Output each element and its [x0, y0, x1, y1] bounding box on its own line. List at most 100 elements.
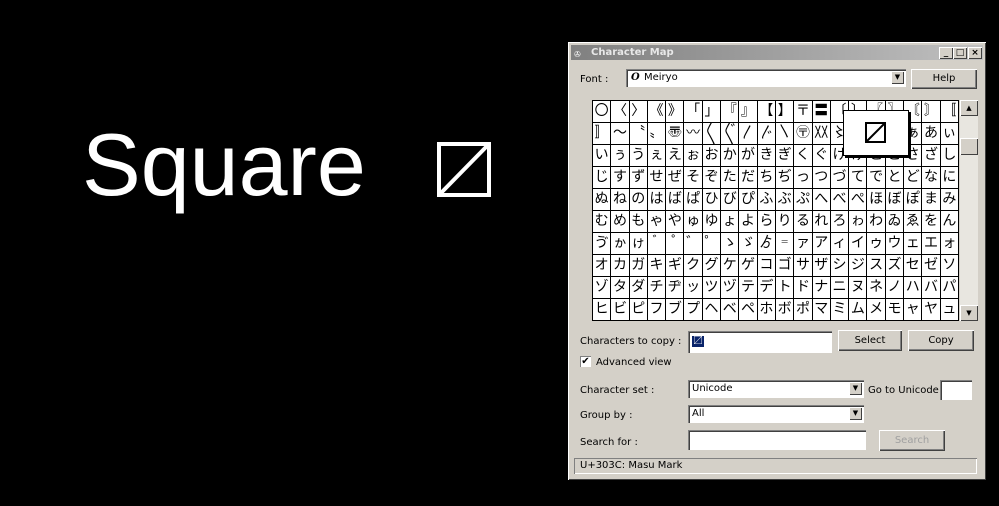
character-cell[interactable]: ゖ: [629, 233, 648, 255]
character-cell[interactable]: あ: [922, 123, 941, 145]
character-cell[interactable]: つ: [812, 167, 831, 189]
character-cell[interactable]: 」: [702, 101, 722, 123]
scroll-thumb[interactable]: [960, 138, 978, 155]
title-bar[interactable]: ✇ Character Map _ □ ×: [571, 45, 983, 60]
character-cell[interactable]: れ: [812, 211, 831, 233]
character-cell[interactable]: ス: [867, 255, 886, 277]
maximize-button[interactable]: □: [953, 47, 967, 59]
character-cell[interactable]: ぽ: [904, 189, 923, 211]
character-cell[interactable]: ェ: [904, 233, 923, 255]
character-cell[interactable]: カ: [611, 255, 630, 277]
character-cell[interactable]: ビ: [611, 299, 630, 321]
character-cell[interactable]: せ: [647, 167, 667, 189]
character-cell[interactable]: ぉ: [684, 145, 703, 167]
character-cell[interactable]: め: [611, 211, 630, 233]
character-cell[interactable]: ボ: [775, 299, 795, 321]
grid-scrollbar[interactable]: ▲ ▼: [960, 100, 978, 321]
character-cell[interactable]: 』: [739, 101, 758, 123]
character-cell[interactable]: ゴ: [775, 255, 795, 277]
character-cell[interactable]: 「: [684, 101, 703, 123]
character-cell[interactable]: ん: [940, 211, 959, 233]
character-cell[interactable]: ヂ: [666, 277, 685, 299]
character-cell[interactable]: パ: [940, 277, 959, 299]
character-cell[interactable]: 【: [757, 101, 776, 123]
character-cell[interactable]: マ: [812, 299, 831, 321]
character-cell[interactable]: ず: [629, 167, 648, 189]
character-cell[interactable]: ゥ: [867, 233, 886, 255]
character-cell[interactable]: お: [702, 145, 722, 167]
character-cell[interactable]: ぶ: [775, 189, 795, 211]
character-cell[interactable]: だ: [739, 167, 758, 189]
character-cell[interactable]: ニ: [830, 277, 850, 299]
advanced-view-checkbox[interactable]: ✔: [580, 356, 591, 367]
character-cell[interactable]: モ: [885, 299, 905, 321]
character-cell[interactable]: を: [922, 211, 941, 233]
character-cell[interactable]: づ: [830, 167, 850, 189]
character-cell[interactable]: え: [666, 145, 685, 167]
character-cell[interactable]: ぅ: [611, 145, 630, 167]
character-cell[interactable]: 〚: [940, 101, 959, 123]
character-cell[interactable]: 〴: [757, 123, 776, 145]
character-cell[interactable]: ど: [904, 167, 923, 189]
character-cell[interactable]: ゛: [684, 233, 703, 255]
character-cell[interactable]: 〵: [775, 123, 795, 145]
character-cell[interactable]: る: [794, 211, 813, 233]
character-cell[interactable]: 】: [775, 101, 795, 123]
character-cell[interactable]: 《: [647, 101, 667, 123]
chars-to-copy-input[interactable]: 〼: [688, 331, 832, 353]
character-cell[interactable]: み: [940, 189, 959, 211]
character-cell[interactable]: ポ: [794, 299, 813, 321]
character-cell[interactable]: エ: [922, 233, 941, 255]
character-cell[interactable]: ゐ: [885, 211, 905, 233]
character-cell[interactable]: シ: [830, 255, 850, 277]
character-cell[interactable]: 〓: [812, 101, 831, 123]
character-cell[interactable]: 〠: [666, 123, 685, 145]
character-cell[interactable]: ュ: [940, 299, 959, 321]
character-cell[interactable]: で: [867, 167, 886, 189]
character-cell[interactable]: ぐ: [812, 145, 831, 167]
character-cell[interactable]: 〛: [593, 123, 612, 145]
character-cell[interactable]: よ: [739, 211, 758, 233]
character-cell[interactable]: ソ: [940, 255, 959, 277]
character-cell[interactable]: ゜: [702, 233, 722, 255]
character-cell[interactable]: チ: [647, 277, 667, 299]
character-cell[interactable]: ま: [922, 189, 941, 211]
character-cell[interactable]: ピ: [629, 299, 648, 321]
character-cell[interactable]: ゟ: [757, 233, 776, 255]
character-cell[interactable]: ク: [684, 255, 703, 277]
help-button[interactable]: Help: [911, 69, 977, 89]
character-cell[interactable]: ゝ: [721, 233, 740, 255]
character-cell[interactable]: プ: [684, 299, 703, 321]
character-cell[interactable]: も: [629, 211, 648, 233]
character-cell[interactable]: 〶: [794, 123, 813, 145]
character-cell[interactable]: ペ: [739, 299, 758, 321]
character-cell[interactable]: ウ: [885, 233, 905, 255]
character-cell[interactable]: う: [629, 145, 648, 167]
character-cell[interactable]: て: [849, 167, 868, 189]
character-cell[interactable]: ぢ: [775, 167, 795, 189]
character-cell[interactable]: く: [794, 145, 813, 167]
character-cell[interactable]: ォ: [940, 233, 959, 255]
character-cell[interactable]: サ: [794, 255, 813, 277]
character-cell[interactable]: バ: [922, 277, 941, 299]
character-cell[interactable]: ゲ: [739, 255, 758, 277]
character-cell[interactable]: ふ: [757, 189, 776, 211]
character-cell[interactable]: ひ: [702, 189, 722, 211]
character-cell[interactable]: ゞ: [739, 233, 758, 255]
character-cell[interactable]: グ: [702, 255, 722, 277]
character-cell[interactable]: ド: [794, 277, 813, 299]
character-cell[interactable]: は: [647, 189, 667, 211]
character-cell[interactable]: ぜ: [666, 167, 685, 189]
character-cell[interactable]: 〉: [629, 101, 648, 123]
character-cell[interactable]: べ: [830, 189, 850, 211]
chevron-down-icon[interactable]: ▼: [849, 382, 862, 395]
character-cell[interactable]: セ: [904, 255, 923, 277]
chevron-down-icon[interactable]: ▼: [849, 407, 862, 420]
character-cell[interactable]: ろ: [830, 211, 850, 233]
character-cell[interactable]: オ: [593, 255, 612, 277]
character-cell[interactable]: ぷ: [794, 189, 813, 211]
group-by-select[interactable]: All ▼: [688, 405, 864, 423]
character-cell[interactable]: ケ: [721, 255, 740, 277]
character-cell[interactable]: と: [885, 167, 905, 189]
character-cell[interactable]: ノ: [885, 277, 905, 299]
